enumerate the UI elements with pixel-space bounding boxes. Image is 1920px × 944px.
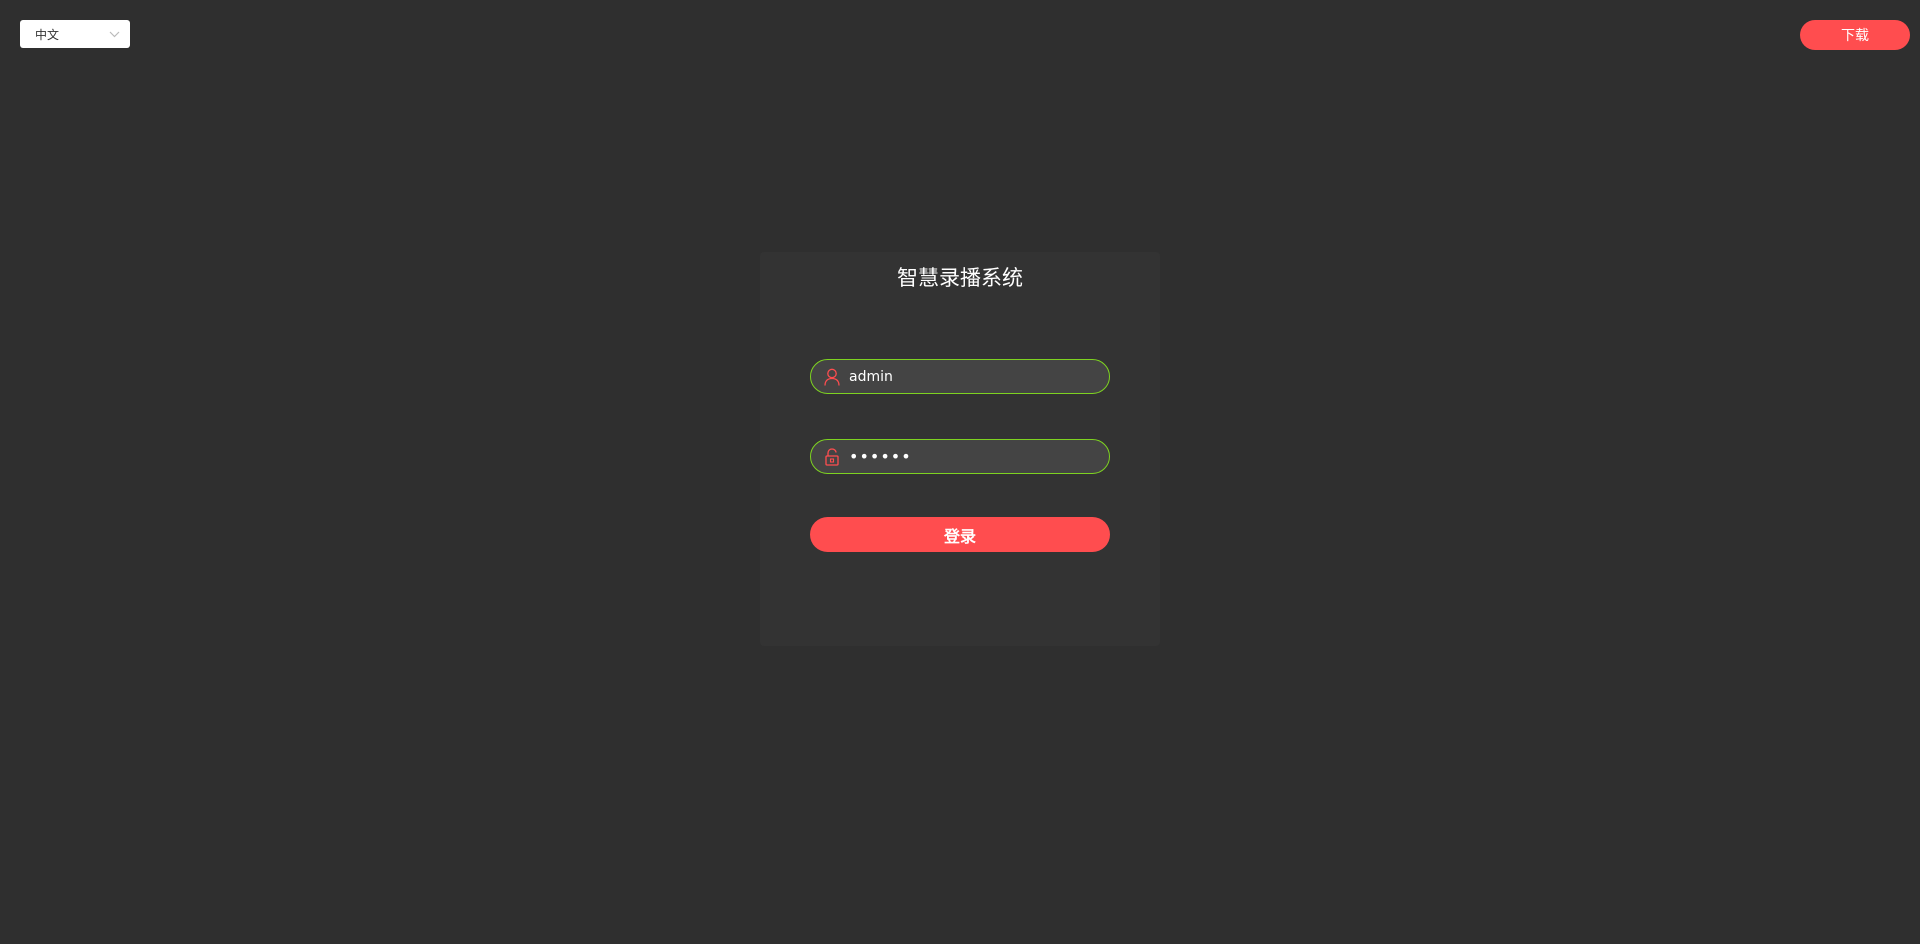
language-select[interactable]: 中文 [20,20,130,48]
password-field[interactable] [810,439,1110,474]
chevron-down-icon [108,28,120,40]
login-button[interactable]: 登录 [810,517,1110,552]
download-button[interactable]: 下载 [1800,20,1910,50]
username-input[interactable] [849,360,1099,393]
lock-icon [823,447,841,466]
login-card: 智慧录播系统 登录 [760,252,1160,646]
user-icon [823,368,841,386]
page-title: 智慧录播系统 [897,266,1023,290]
username-field[interactable] [810,359,1110,394]
password-input[interactable] [849,440,1099,473]
language-select-value: 中文 [35,27,60,42]
